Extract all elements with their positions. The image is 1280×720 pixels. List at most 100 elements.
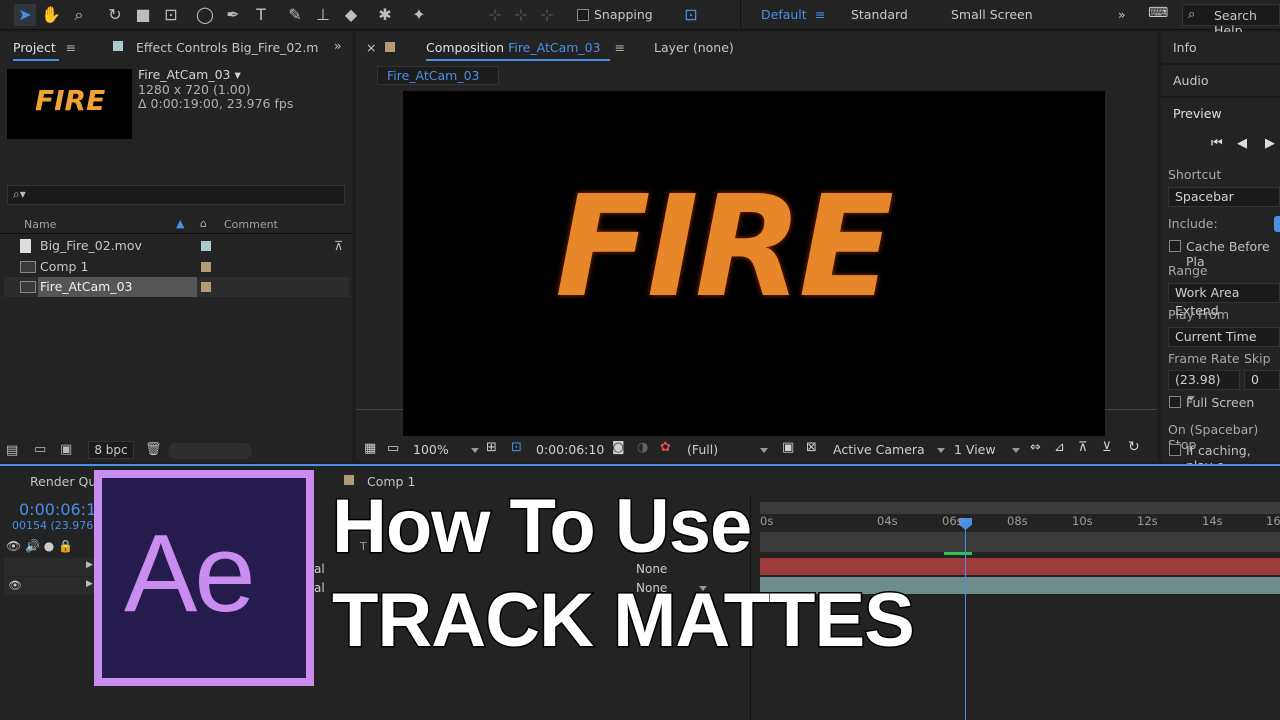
shortcut-label: Shortcut <box>1168 167 1222 182</box>
render-queue-tab[interactable]: Render Que <box>30 474 104 489</box>
snapping-checkbox[interactable] <box>577 9 589 21</box>
thumbnail-text: FIRE <box>35 84 106 117</box>
label-tag-icon[interactable]: ⌂ <box>200 217 207 230</box>
monitor-icon[interactable]: ▭ <box>387 441 399 456</box>
project-item-selected[interactable]: Fire_AtCam_03 <box>4 277 349 297</box>
bit-depth-button[interactable]: 8 bpc <box>88 441 134 459</box>
play-icon[interactable]: ▶ <box>1265 136 1275 151</box>
keyboard-icon[interactable]: ⌨ <box>1148 5 1168 21</box>
new-composition-icon[interactable]: ▣ <box>60 442 72 457</box>
fast-previews-icon[interactable]: ⊿ <box>1054 440 1065 455</box>
first-frame-icon[interactable]: ⏮ <box>1211 136 1223 151</box>
eye-icon[interactable]: 👁 <box>8 579 22 592</box>
range-dropdown[interactable]: Work Area Extend <box>1168 283 1280 318</box>
zoom-tool-icon[interactable]: ⌕ <box>68 4 90 26</box>
workspace-standard[interactable]: Standard <box>851 7 908 22</box>
scroll-slider[interactable] <box>168 443 252 459</box>
project-item[interactable]: Comp 1 <box>4 257 349 277</box>
include-toggle[interactable] <box>1274 216 1280 232</box>
mode-1[interactable]: al <box>314 562 325 576</box>
workspace-menu-icon[interactable]: ≡ <box>815 7 825 22</box>
shortcut-dropdown[interactable]: Spacebar <box>1168 187 1280 207</box>
effect-controls-tab[interactable]: Effect Controls Big_Fire_02.m <box>136 40 318 55</box>
panel-overflow-icon[interactable]: » <box>334 38 342 53</box>
cache-before-play-checkbox[interactable] <box>1169 240 1181 252</box>
timeline-timecode[interactable]: 0:00:06:1 <box>19 500 96 519</box>
info-panel-tab[interactable]: Info <box>1173 40 1197 55</box>
trash-icon[interactable]: 🗑 <box>145 442 162 457</box>
layer-tab[interactable]: Layer (none) <box>654 40 734 55</box>
comp-breadcrumb[interactable]: Fire_AtCam_03 <box>377 66 499 85</box>
current-time-display[interactable]: 0:00:06:10 <box>536 442 604 457</box>
always-preview-icon[interactable]: ▦ <box>364 441 376 456</box>
camera-dropdown[interactable]: Active Camera <box>833 442 945 457</box>
puppet-pin-icon[interactable]: ✦ <box>408 4 430 26</box>
previous-frame-icon[interactable]: ◀ <box>1237 136 1247 151</box>
interpret-footage-icon[interactable]: ▤ <box>6 443 18 458</box>
flowchart-icon[interactable]: ⊻ <box>1102 440 1112 455</box>
mask-visibility-icon[interactable]: ⊡ <box>511 440 522 455</box>
frame-rate-dropdown[interactable]: (23.98) <box>1168 370 1240 401</box>
comment-column-header[interactable]: Comment <box>224 218 278 231</box>
layer-row-1[interactable]: ▶ <box>4 558 94 576</box>
view-layout-dropdown[interactable]: 1 View <box>954 442 1020 457</box>
expand-arrow-icon[interactable]: ▶ <box>86 579 93 589</box>
show-snapshot-icon[interactable]: ◑ <box>637 440 648 455</box>
pen-tool-icon[interactable]: ✒ <box>222 4 244 26</box>
mode-2[interactable]: al <box>314 581 325 595</box>
transparency-grid-icon[interactable]: ⊠ <box>806 440 817 455</box>
snapshot-icon[interactable]: ◙ <box>612 440 625 455</box>
color-channel-icon[interactable]: ✿ <box>660 440 671 455</box>
pan-behind-tool-icon[interactable]: ⊡ <box>160 4 182 26</box>
layer-row-2[interactable]: 👁 ▶ <box>4 577 94 595</box>
time-navigator[interactable] <box>760 502 1280 514</box>
project-item[interactable]: Big_Fire_02.mov ⊼ <box>4 236 349 256</box>
play-from-dropdown[interactable]: Current Time <box>1168 327 1280 347</box>
hand-tool-icon[interactable]: ✋ <box>40 4 62 26</box>
comp-name[interactable]: Fire_AtCam_03 ▾ <box>138 67 241 82</box>
skip-dropdown[interactable]: 0 <box>1244 370 1280 390</box>
name-column-header[interactable]: Name <box>24 218 56 231</box>
toggle-pixel-aspect-icon[interactable]: ⇔ <box>1030 440 1041 455</box>
comp-viewer[interactable]: FIRE <box>403 91 1105 436</box>
resolution-dropdown[interactable]: (Full) <box>687 442 769 457</box>
region-of-interest-icon[interactable]: ▣ <box>782 440 794 455</box>
if-caching-checkbox[interactable] <box>1169 444 1181 456</box>
full-screen-checkbox[interactable] <box>1169 396 1181 408</box>
clone-stamp-icon[interactable]: ⊥ <box>312 4 334 26</box>
comp-duration: Δ 0:00:19:00, 23.976 fps <box>138 96 294 111</box>
axis-local-icon[interactable]: ⊹ <box>484 4 506 26</box>
reset-exposure-icon[interactable]: ↻ <box>1128 439 1140 455</box>
shape-tool-icon[interactable]: ◯ <box>194 4 216 26</box>
more-workspaces-icon[interactable]: » <box>1118 7 1126 22</box>
av-switches-icons[interactable]: 👁 🔊 ● 🔒 <box>6 539 73 553</box>
eraser-tool-icon[interactable]: ◆ <box>340 4 362 26</box>
project-search-input[interactable]: ⌕▾ <box>7 185 345 205</box>
brush-tool-icon[interactable]: ✎ <box>284 4 306 26</box>
layer-bar-red[interactable] <box>760 558 1280 575</box>
workspace-default[interactable]: Default <box>761 7 807 22</box>
roto-brush-icon[interactable]: ✱ <box>374 4 396 26</box>
composition-tab[interactable]: Composition Fire_AtCam_03 ≡ <box>426 40 625 55</box>
axis-view-icon[interactable]: ⊹ <box>536 4 558 26</box>
expand-arrow-icon[interactable]: ▶ <box>86 560 93 570</box>
time-ruler-tick: 08s <box>1007 514 1028 528</box>
preview-panel-tab[interactable]: Preview <box>1173 106 1222 121</box>
selection-tool-icon[interactable]: ➤ <box>14 4 36 26</box>
new-folder-icon[interactable]: ▭ <box>34 442 46 457</box>
camera-tool-icon[interactable]: ■ <box>132 4 154 26</box>
snap-options-icon[interactable]: ⊡ <box>680 4 702 26</box>
axis-world-icon[interactable]: ⊹ <box>510 4 532 26</box>
text-tool-icon[interactable]: T <box>250 4 272 26</box>
zoom-dropdown[interactable]: 100% <box>413 442 479 457</box>
close-tab-icon[interactable]: × <box>366 40 376 55</box>
project-tab[interactable]: Project ≡ <box>13 40 76 55</box>
search-help-box[interactable]: ⌕ Search Help <box>1182 4 1280 38</box>
rotate-tool-icon[interactable]: ↻ <box>104 4 126 26</box>
sort-asc-icon[interactable]: ▲ <box>176 217 184 230</box>
audio-panel-tab[interactable]: Audio <box>1173 73 1209 88</box>
grid-guides-icon[interactable]: ⊞ <box>486 440 497 455</box>
timeline-icon[interactable]: ⊼ <box>1078 440 1088 455</box>
workspace-small-screen[interactable]: Small Screen <box>951 7 1033 22</box>
work-area-bar[interactable] <box>760 532 1280 552</box>
